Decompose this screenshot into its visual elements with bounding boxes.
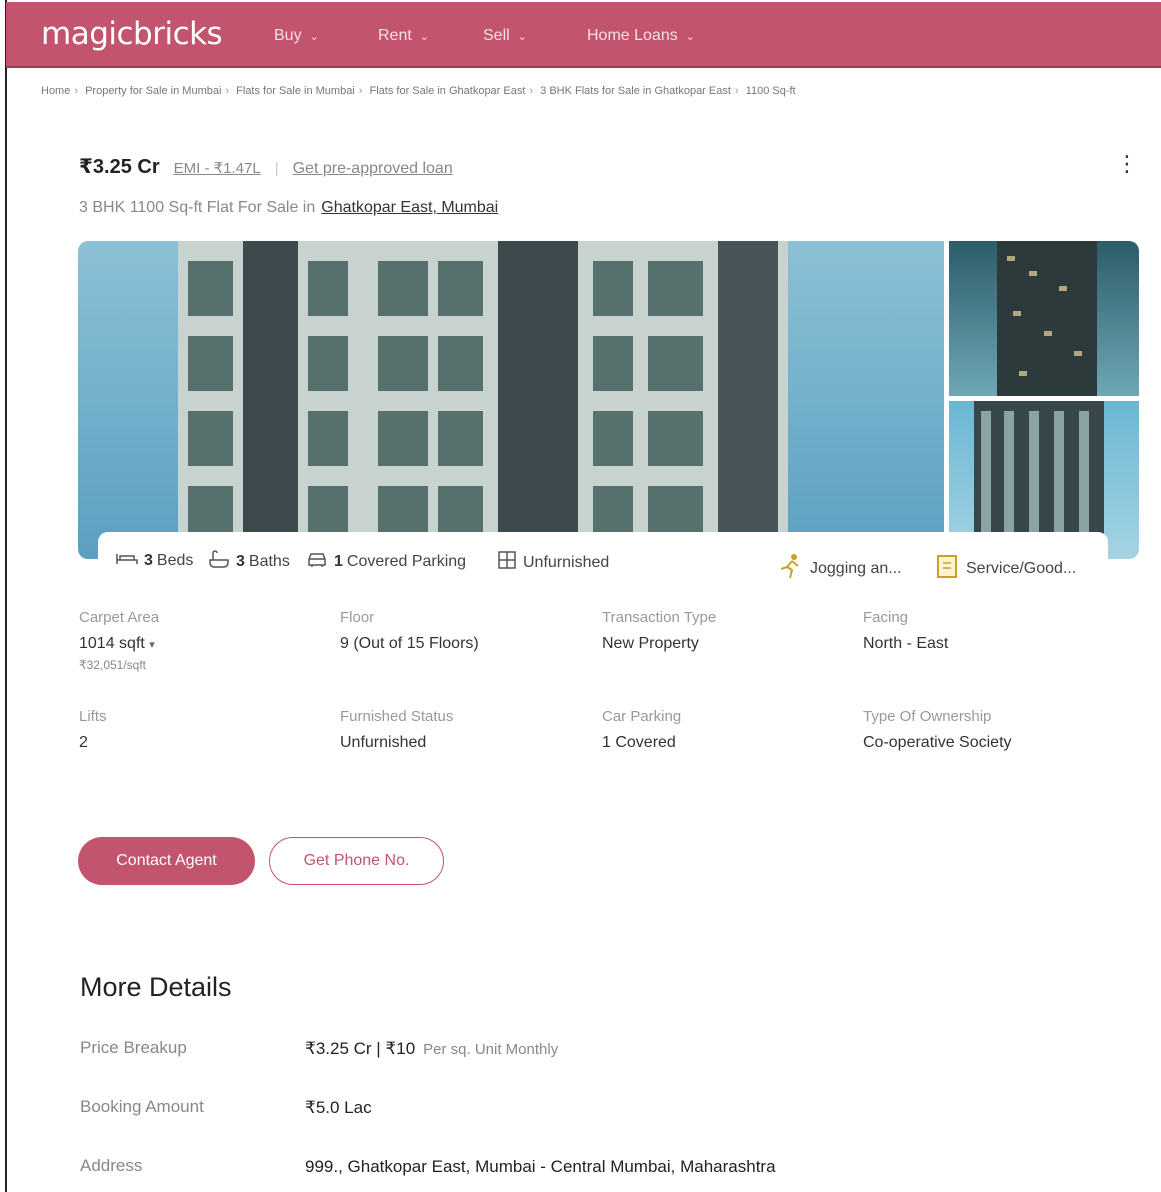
nav-sell-label: Sell xyxy=(483,27,510,44)
beds-label: Beds xyxy=(156,551,194,569)
floor-label: Floor xyxy=(340,609,375,626)
breadcrumb-current: 1100 Sq-ft xyxy=(745,85,796,97)
divider: | xyxy=(274,160,279,177)
feature-baths: 3 Baths xyxy=(208,550,290,573)
chevron-down-icon: ⌄ xyxy=(309,30,319,43)
nav-home-loans-label: Home Loans xyxy=(587,27,678,44)
wardrobe-icon xyxy=(497,550,517,575)
ownership-label: Type Of Ownership xyxy=(863,708,992,725)
price-breakup-text: ₹3.25 Cr | ₹10 xyxy=(305,1039,416,1058)
listing-subtitle: 3 BHK 1100 Sq-ft Flat For Sale in Ghatkop… xyxy=(79,199,498,217)
address-label: Address xyxy=(80,1156,143,1175)
top-nav-bar: magicbricks Buy ⌄ Rent ⌄ Sell ⌄ Home Loans ⌄ xyxy=(6,2,1161,68)
carpet-area-label: Carpet Area xyxy=(79,609,160,626)
nav-rent[interactable]: Rent ⌄ xyxy=(378,27,429,45)
car-parking-label: Car Parking xyxy=(602,708,682,725)
lifts-label: Lifts xyxy=(79,708,107,725)
chevron-down-icon: ⌄ xyxy=(685,30,695,43)
ownership-value: Co-operative Society xyxy=(863,734,1012,751)
nav-sell[interactable]: Sell ⌄ xyxy=(483,27,527,45)
baths-count: 3 xyxy=(236,552,245,570)
get-phone-button[interactable]: Get Phone No. xyxy=(269,837,444,885)
booking-amount-label: Booking Amount xyxy=(80,1097,204,1116)
booking-amount-value: ₹5.0 Lac xyxy=(305,1098,372,1117)
bathtub-icon xyxy=(208,550,230,573)
furnishing-label: Unfurnished xyxy=(523,553,610,571)
carpet-area-value: 1014 sqft ▾ xyxy=(79,635,155,653)
service-lift-icon xyxy=(936,553,960,584)
nav-buy[interactable]: Buy ⌄ xyxy=(274,27,319,45)
bed-icon xyxy=(116,550,138,571)
property-photo-thumb-1[interactable] xyxy=(949,241,1139,396)
furnished-status-value: Unfurnished xyxy=(340,734,427,751)
pre-approved-loan-link[interactable]: Get pre-approved loan xyxy=(293,160,453,178)
breadcrumb-separator: › xyxy=(74,85,79,97)
building-thumb-illustration xyxy=(997,241,1097,396)
service-lift-label: Service/Good... xyxy=(966,559,1077,577)
breadcrumb: Home › Property for Sale in Mumbai › Flats… xyxy=(41,85,796,97)
parking-count: 1 xyxy=(334,552,343,570)
breadcrumb-home[interactable]: Home xyxy=(41,85,70,97)
car-parking-value: 1 Covered xyxy=(602,734,676,751)
breadcrumb-flats-mumbai[interactable]: Flats for Sale in Mumbai xyxy=(236,85,355,97)
address-value: 999., Ghatkopar East, Mumbai - Central M… xyxy=(305,1157,776,1176)
chevron-down-icon[interactable]: ▾ xyxy=(149,639,155,651)
feature-furnishing: Unfurnished xyxy=(497,550,609,575)
building-photo-illustration xyxy=(178,241,788,559)
car-icon xyxy=(306,550,328,573)
breadcrumb-separator: › xyxy=(734,85,739,97)
price-line: ₹3.25 Cr EMI - ₹1.47L | Get pre-approved… xyxy=(79,154,453,179)
location-link[interactable]: Ghatkopar East, Mumbai xyxy=(321,199,498,216)
more-options-icon[interactable]: ⋮ xyxy=(1116,153,1138,175)
feature-service-lift: Service/Good... xyxy=(936,553,1076,584)
facing-label: Facing xyxy=(863,609,909,626)
nav-home-loans[interactable]: Home Loans ⌄ xyxy=(587,27,695,45)
chevron-down-icon: ⌄ xyxy=(419,30,430,43)
furnished-status-label: Furnished Status xyxy=(340,708,454,725)
main-property-photo[interactable] xyxy=(78,241,944,559)
breadcrumb-separator: › xyxy=(358,85,363,97)
beds-count: 3 xyxy=(144,551,153,569)
jogging-track-icon xyxy=(778,553,804,584)
price-breakup-value: ₹3.25 Cr | ₹10 Per sq. Unit Monthly xyxy=(305,1039,558,1059)
price-breakup-unit: Per sq. Unit Monthly xyxy=(423,1041,559,1058)
floor-value: 9 (Out of 15 Floors) xyxy=(340,635,479,652)
price-breakup-label: Price Breakup xyxy=(80,1038,187,1057)
more-details-heading: More Details xyxy=(80,972,232,1002)
feature-beds: 3 Beds xyxy=(116,550,193,571)
parking-label: Covered Parking xyxy=(346,552,467,570)
breadcrumb-property-mumbai[interactable]: Property for Sale in Mumbai xyxy=(85,85,221,97)
carpet-area-text: 1014 sqft xyxy=(79,635,145,652)
baths-label: Baths xyxy=(248,552,290,570)
lifts-value: 2 xyxy=(79,734,88,751)
contact-agent-button[interactable]: Contact Agent xyxy=(78,837,255,885)
page-frame-edge xyxy=(5,0,7,1192)
listing-price: ₹3.25 Cr xyxy=(79,156,160,178)
breadcrumb-3bhk-ghatkopar[interactable]: 3 BHK Flats for Sale in Ghatkopar East xyxy=(540,85,731,97)
listing-subtitle-text: 3 BHK 1100 Sq-ft Flat For Sale in xyxy=(79,199,316,216)
nav-buy-label: Buy xyxy=(274,27,302,44)
transaction-type-value: New Property xyxy=(602,635,699,652)
feature-parking: 1 Covered Parking xyxy=(306,550,466,573)
feature-jogging: Jogging an... xyxy=(778,553,902,584)
price-per-sqft: ₹32,051/sqft xyxy=(79,658,147,672)
magicbricks-logo[interactable]: magicbricks xyxy=(41,16,223,52)
facing-value: North - East xyxy=(863,635,949,652)
breadcrumb-separator: › xyxy=(225,85,230,97)
breadcrumb-separator: › xyxy=(529,85,534,97)
emi-link[interactable]: EMI - ₹1.47L xyxy=(174,159,261,177)
transaction-type-label: Transaction Type xyxy=(602,609,717,626)
chevron-down-icon: ⌄ xyxy=(517,30,527,43)
jogging-label: Jogging an... xyxy=(810,559,902,577)
breadcrumb-flats-ghatkopar[interactable]: Flats for Sale in Ghatkopar East xyxy=(370,85,526,97)
nav-rent-label: Rent xyxy=(378,27,412,44)
